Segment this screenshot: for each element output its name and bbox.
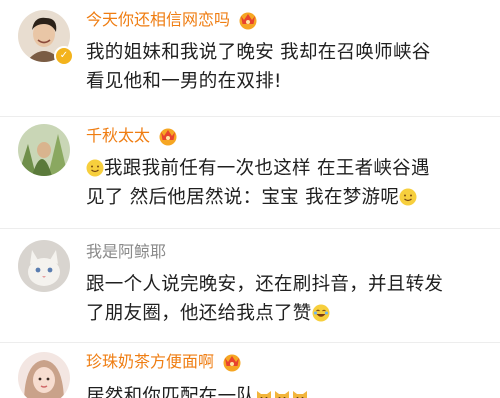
divider xyxy=(0,228,500,229)
comment-line: 了朋友圈，他还给我点了赞 xyxy=(86,299,486,328)
comment-text: 我的姐妹和我说了晚安 我却在召唤师峡谷 看见他和一男的在双排! xyxy=(86,38,486,96)
divider xyxy=(0,116,500,117)
avatar[interactable] xyxy=(18,240,70,292)
comment-line: 跟一个人说完晚安，还在刷抖音，并且转发 xyxy=(86,274,444,295)
smile-emoji-icon xyxy=(86,159,104,177)
crown-icon xyxy=(239,12,257,30)
comment-line: 我的姐妹和我说了晚安 我却在召唤师峡谷 xyxy=(86,42,431,63)
comment-text: 我跟我前任有一次也这样 在王者峡谷遇 见了 然后他居然说：宝宝 我在梦游呢 xyxy=(86,154,486,212)
verified-badge-icon: ✓ xyxy=(54,46,74,66)
comment-line-text: 居然和你匹配在一队 xyxy=(86,386,256,398)
cat-emoji-icon xyxy=(275,391,290,398)
comment-line-text: 了朋友圈，他还给我点了赞 xyxy=(86,303,312,324)
username[interactable]: 珍珠奶茶方便面啊 xyxy=(86,352,214,372)
cat-emoji-icon xyxy=(257,391,272,398)
comment-item: ✓ 今天你还相信网恋吗 我的姐妹和我说了晚安 我却在召唤师峡谷 看见他和一男的在… xyxy=(0,0,500,118)
comment-item: 千秋太太 我跟我前任有一次也这样 在王者峡谷遇 见了 然后他居然说：宝宝 我在梦… xyxy=(0,118,500,230)
laugh-emoji-icon xyxy=(312,304,330,322)
comment-line-text: 见了 然后他居然说：宝宝 我在梦游呢 xyxy=(86,187,400,208)
comment-line: 看见他和一男的在双排! xyxy=(86,71,282,92)
avatar[interactable] xyxy=(18,352,70,398)
crown-icon xyxy=(159,128,177,146)
divider xyxy=(0,342,500,343)
avatar[interactable] xyxy=(18,124,70,176)
comment-item: 我是阿鲸耶 跟一个人说完晚安，还在刷抖音，并且转发 了朋友圈，他还给我点了赞 xyxy=(0,230,500,342)
smile-emoji-icon xyxy=(399,188,417,206)
comment-line: 我跟我前任有一次也这样 在王者峡谷遇 xyxy=(86,154,486,183)
comment-text: 跟一个人说完晚安，还在刷抖音，并且转发 了朋友圈，他还给我点了赞 xyxy=(86,270,486,328)
comment-line: 见了 然后他居然说：宝宝 我在梦游呢 xyxy=(86,183,486,212)
comment-line-text: 我跟我前任有一次也这样 在王者峡谷遇 xyxy=(104,158,430,179)
cat-emoji-icon xyxy=(293,391,308,398)
comment-text: 居然和你匹配在一队 xyxy=(86,382,486,398)
comment-item: 珍珠奶茶方便面啊 居然和你匹配在一队 xyxy=(0,344,500,398)
crown-icon xyxy=(223,354,241,372)
username[interactable]: 千秋太太 xyxy=(86,126,150,146)
username[interactable]: 今天你还相信网恋吗 xyxy=(86,10,230,30)
comment-line: 居然和你匹配在一队 xyxy=(86,382,486,398)
username[interactable]: 我是阿鲸耶 xyxy=(86,242,166,262)
